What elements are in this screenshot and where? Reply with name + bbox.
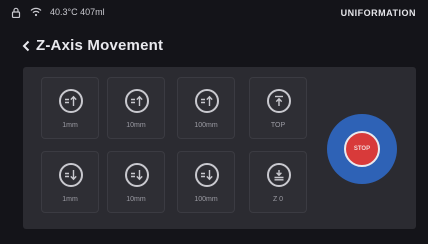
button-label: 10mm (126, 122, 146, 129)
page-title: Z-Axis Movement (36, 37, 164, 54)
button-label: 1mm (62, 196, 78, 203)
button-label: 10mm (126, 196, 146, 203)
lock-icon (10, 6, 22, 18)
move-up-icon (59, 89, 83, 113)
move-down-100mm-button[interactable]: 100mm (177, 151, 235, 213)
move-down-1mm-button[interactable]: 1mm (41, 151, 99, 213)
z-axis-panel: 1mm 10mm 100mm TOP 1mm 10mm 100mm Z 0 ST… (23, 67, 416, 229)
move-down-icon (125, 163, 149, 187)
move-down-icon (59, 163, 83, 187)
move-up-1mm-button[interactable]: 1mm (41, 77, 99, 139)
button-label: 1mm (62, 122, 78, 129)
stop-label: STOP (344, 131, 380, 167)
home-z-icon (267, 163, 291, 187)
move-up-100mm-button[interactable]: 100mm (177, 77, 235, 139)
move-up-icon (125, 89, 149, 113)
button-label: Z 0 (272, 196, 284, 203)
chevron-left-icon (22, 39, 32, 53)
status-left: 40.3°C 407ml (10, 6, 105, 18)
move-up-icon (195, 89, 219, 113)
move-to-top-button[interactable]: TOP (249, 77, 307, 139)
move-down-10mm-button[interactable]: 10mm (107, 151, 165, 213)
move-up-10mm-button[interactable]: 10mm (107, 77, 165, 139)
brand-logo: UNIFORMATION (340, 8, 416, 18)
button-label: 100mm (194, 122, 218, 129)
stop-button[interactable]: STOP (327, 114, 397, 184)
wifi-icon (30, 6, 42, 18)
home-z0-button[interactable]: Z 0 (249, 151, 307, 213)
back-button[interactable]: Z-Axis Movement (22, 37, 163, 54)
move-down-icon (195, 163, 219, 187)
temperature-volume-readout: 40.3°C 407ml (50, 7, 105, 17)
to-top-icon (267, 89, 291, 113)
button-label: TOP (270, 122, 286, 129)
status-bar: 40.3°C 407ml UNIFORMATION (0, 0, 428, 26)
button-label: 100mm (194, 196, 218, 203)
